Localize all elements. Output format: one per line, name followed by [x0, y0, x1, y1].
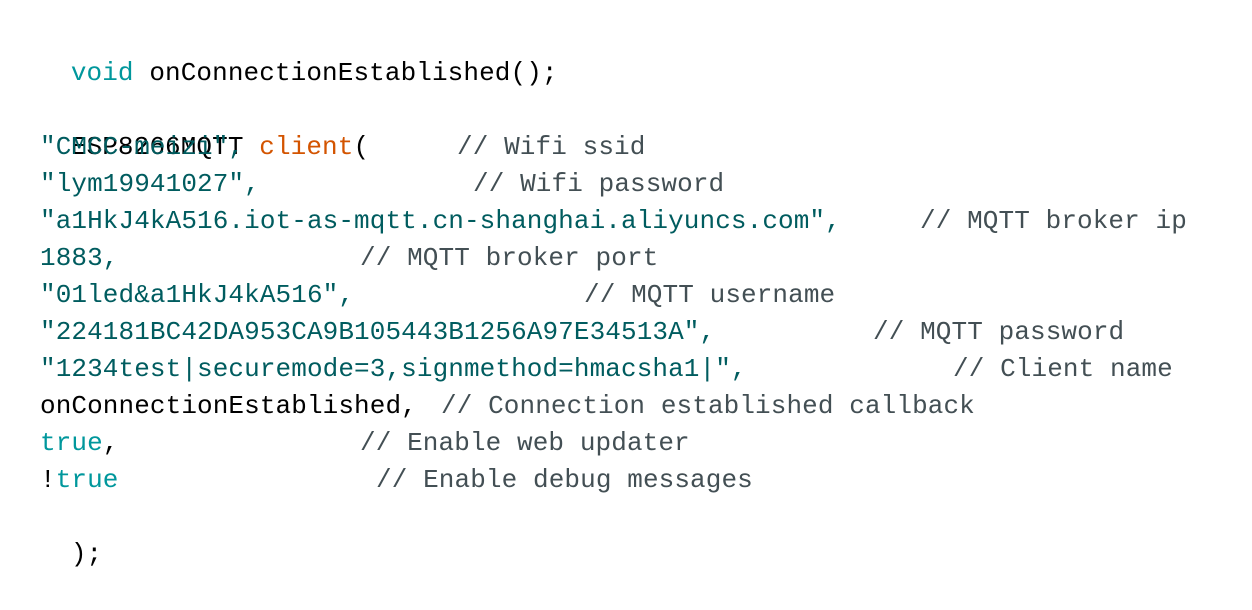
code-line-close: ); [8, 499, 102, 569]
code-line-web-updater: true, // Enable web updater [40, 425, 1240, 462]
code-line-port: 1883, // MQTT broker port [40, 240, 1240, 277]
keyword-void: void [70, 58, 134, 88]
string-username: "01led&a1HkJ4kA516", [40, 280, 355, 310]
identifier-callback: onConnectionEstablished, [40, 391, 417, 421]
number-port: 1883, [40, 243, 119, 273]
negation-operator: ! [40, 465, 56, 495]
string-wifi-password: "lym19941027", [40, 169, 260, 199]
code-line-debug: !true // Enable debug messages [40, 462, 1240, 499]
comment-mqtt-password: // MQTT password [873, 317, 1125, 347]
string-mqtt-password: "224181BC42DA953CA9B105443B1256A97E34513… [40, 317, 716, 347]
string-ssid: "CMCC-meizi", [40, 132, 245, 162]
string-client-name: "1234test|securemode=3,signmethod=hmacsh… [40, 354, 747, 384]
code-line-client-name: "1234test|securemode=3,signmethod=hmacsh… [40, 351, 1240, 388]
string-broker: "a1HkJ4kA516.iot-as-mqtt.cn-shanghai.ali… [40, 206, 841, 236]
comma: , [102, 428, 119, 458]
code-line-broker: "a1HkJ4kA516.iot-as-mqtt.cn-shanghai.ali… [40, 203, 1250, 240]
code-line-username: "01led&a1HkJ4kA516", // MQTT username [40, 277, 1240, 314]
comment-ssid: // Wifi ssid [457, 132, 646, 162]
code-line-1: void onConnectionEstablished(); [8, 18, 558, 88]
comment-broker: // MQTT broker ip [920, 206, 1187, 236]
code-line-callback: onConnectionEstablished, // Connection e… [40, 388, 1240, 425]
keyword-true: true [40, 428, 103, 458]
function-declaration: onConnectionEstablished(); [149, 58, 558, 88]
comment-username: // MQTT username [584, 280, 836, 310]
close-paren: ); [70, 539, 103, 569]
comment-wifi-password: // Wifi password [473, 169, 725, 199]
comment-client-name: // Client name [953, 354, 1173, 384]
code-line-mqtt-password: "224181BC42DA953CA9B105443B1256A97E34513… [40, 314, 1240, 351]
code-line-ssid: "CMCC-meizi", // Wifi ssid [40, 129, 1240, 166]
comment-callback: // Connection established callback [441, 391, 975, 421]
code-line-wifi-password: "lym19941027", // Wifi password [40, 166, 1240, 203]
comment-web-updater: // Enable web updater [360, 428, 690, 458]
keyword-true-debug: true [55, 465, 119, 495]
comment-debug: // Enable debug messages [376, 465, 753, 495]
code-line-3: ESP8266MQTT client( [8, 92, 369, 162]
code-editor[interactable]: void onConnectionEstablished(); ESP8266M… [0, 0, 1252, 569]
comment-port: // MQTT broker port [360, 243, 659, 273]
